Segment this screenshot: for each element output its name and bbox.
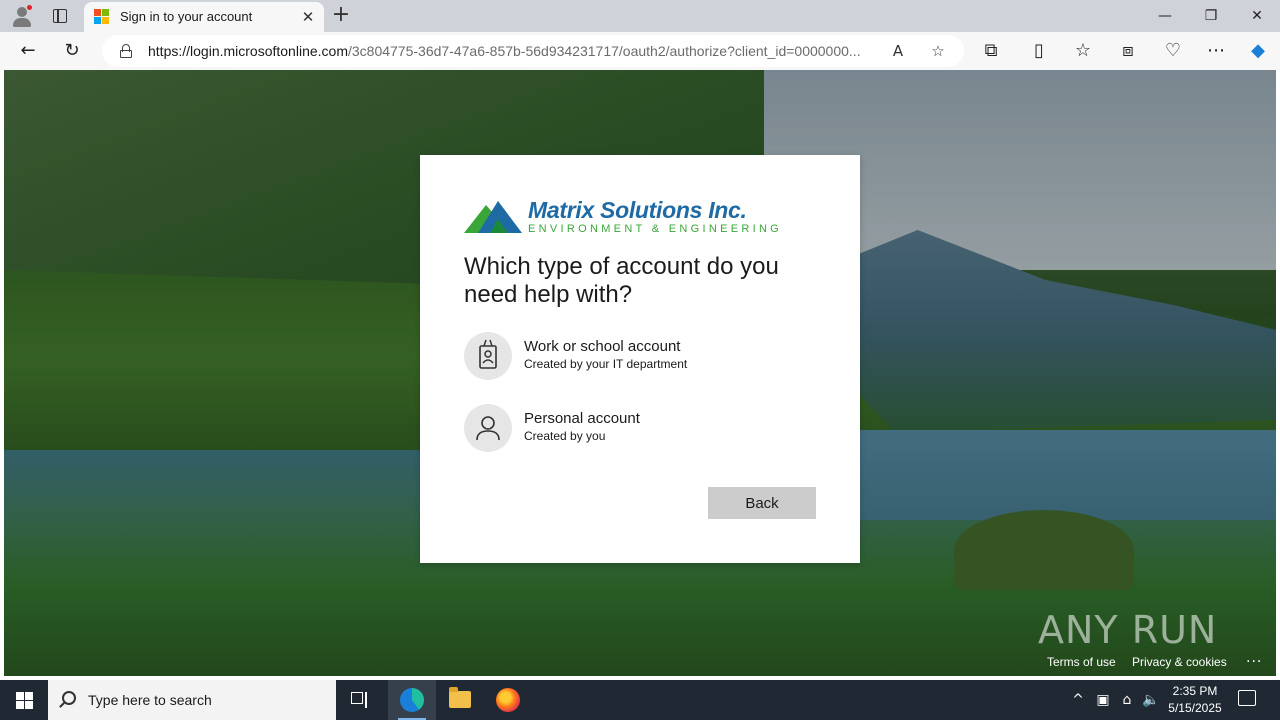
back-button[interactable]: Back [708, 487, 816, 519]
personal-account-option[interactable]: Personal account Created by you [464, 402, 816, 454]
browser-essentials-icon[interactable]: ♡ [1160, 38, 1186, 64]
anyrun-watermark: ANY RUN [1038, 608, 1218, 652]
start-button[interactable] [0, 680, 48, 720]
firefox-button[interactable] [484, 680, 532, 720]
mountain-logo-icon [464, 201, 522, 233]
profile-icon[interactable] [10, 4, 34, 28]
privacy-cookies-link[interactable]: Privacy & cookies [1132, 655, 1227, 669]
folder-icon [449, 687, 471, 708]
terms-of-use-link[interactable]: Terms of use [1047, 655, 1116, 669]
sign-in-card: Matrix Solutions Inc. ENVIRONMENT & ENGI… [420, 155, 860, 563]
split-screen-icon[interactable]: ▯ [1026, 38, 1052, 64]
volume-icon[interactable]: 🔈 [1140, 680, 1162, 720]
edge-icon [400, 688, 424, 712]
brand-tagline: ENVIRONMENT & ENGINEERING [528, 223, 783, 235]
file-explorer-button[interactable] [436, 680, 484, 720]
page-title: Which type of account do you need help w… [464, 253, 779, 308]
microsoft-logo-icon [94, 9, 110, 25]
page-viewport: Matrix Solutions Inc. ENVIRONMENT & ENGI… [4, 70, 1276, 676]
person-icon [464, 404, 512, 452]
clock[interactable]: 2:35 PM 5/15/2025 [1160, 683, 1230, 717]
network-icon[interactable]: ⌂ [1116, 680, 1138, 720]
more-options-link[interactable]: ... [1246, 650, 1262, 666]
tab-title: Sign in to your account [120, 9, 253, 24]
favorite-star-icon[interactable]: ☆ [926, 39, 950, 63]
task-view-icon [351, 692, 369, 708]
clock-time: 2:35 PM [1172, 684, 1218, 698]
browser-toolbar: ← ↻ https://login.microsoftonline.com/3c… [0, 32, 1280, 70]
badge-icon [464, 332, 512, 380]
minimize-button[interactable]: — [1142, 0, 1188, 32]
clock-date: 5/15/2025 [1168, 701, 1222, 715]
company-logo: Matrix Solutions Inc. ENVIRONMENT & ENGI… [464, 197, 784, 237]
brand-name: Matrix Solutions Inc. [528, 197, 747, 223]
option-label: Personal account [524, 410, 640, 427]
restore-button[interactable]: ❐ [1188, 0, 1234, 32]
lock-icon[interactable] [120, 44, 132, 58]
read-aloud-icon[interactable]: A [886, 39, 910, 63]
option-description: Created by your IT department [524, 357, 688, 371]
search-icon [62, 691, 76, 705]
favorites-icon[interactable]: ☆ [1070, 38, 1096, 64]
url-text[interactable]: https://login.microsoftonline.com/3c8047… [148, 43, 861, 59]
close-window-button[interactable]: ✕ [1234, 0, 1280, 32]
option-label: Work or school account [524, 338, 681, 355]
taskbar: Type here to search ^ ▣ ⌂ 🔈 2:35 PM 5/15… [0, 680, 1280, 720]
show-hidden-icons-icon[interactable]: ^ [1068, 680, 1088, 720]
copilot-icon[interactable]: ◆ [1245, 38, 1271, 64]
tab-actions-icon[interactable] [50, 6, 70, 26]
new-tab-button[interactable]: + [330, 4, 352, 28]
address-bar[interactable]: https://login.microsoftonline.com/3c8047… [102, 35, 964, 67]
firefox-icon [496, 688, 520, 712]
device-icon[interactable]: ▣ [1093, 680, 1113, 720]
browser-tab-bar: Sign in to your account ✕ + — ❐ ✕ [0, 0, 1280, 32]
search-placeholder: Type here to search [88, 692, 212, 708]
taskbar-search[interactable]: Type here to search [48, 680, 336, 720]
notifications-icon[interactable] [1238, 690, 1256, 706]
edge-taskbar-button[interactable] [388, 680, 436, 720]
more-menu-icon[interactable]: ⋯ [1203, 38, 1229, 64]
option-description: Created by you [524, 429, 606, 443]
refresh-icon[interactable]: ↻ [59, 38, 85, 64]
work-school-account-option[interactable]: Work or school account Created by your I… [464, 330, 816, 382]
task-view-button[interactable] [336, 680, 384, 720]
back-arrow-icon[interactable]: ← [15, 38, 41, 64]
tab-close-icon[interactable]: ✕ [298, 7, 318, 27]
collections-icon[interactable]: ⧈ [1115, 38, 1141, 64]
browser-tab[interactable]: Sign in to your account ✕ [84, 2, 324, 32]
extensions-icon[interactable]: ⧉ [978, 38, 1004, 64]
